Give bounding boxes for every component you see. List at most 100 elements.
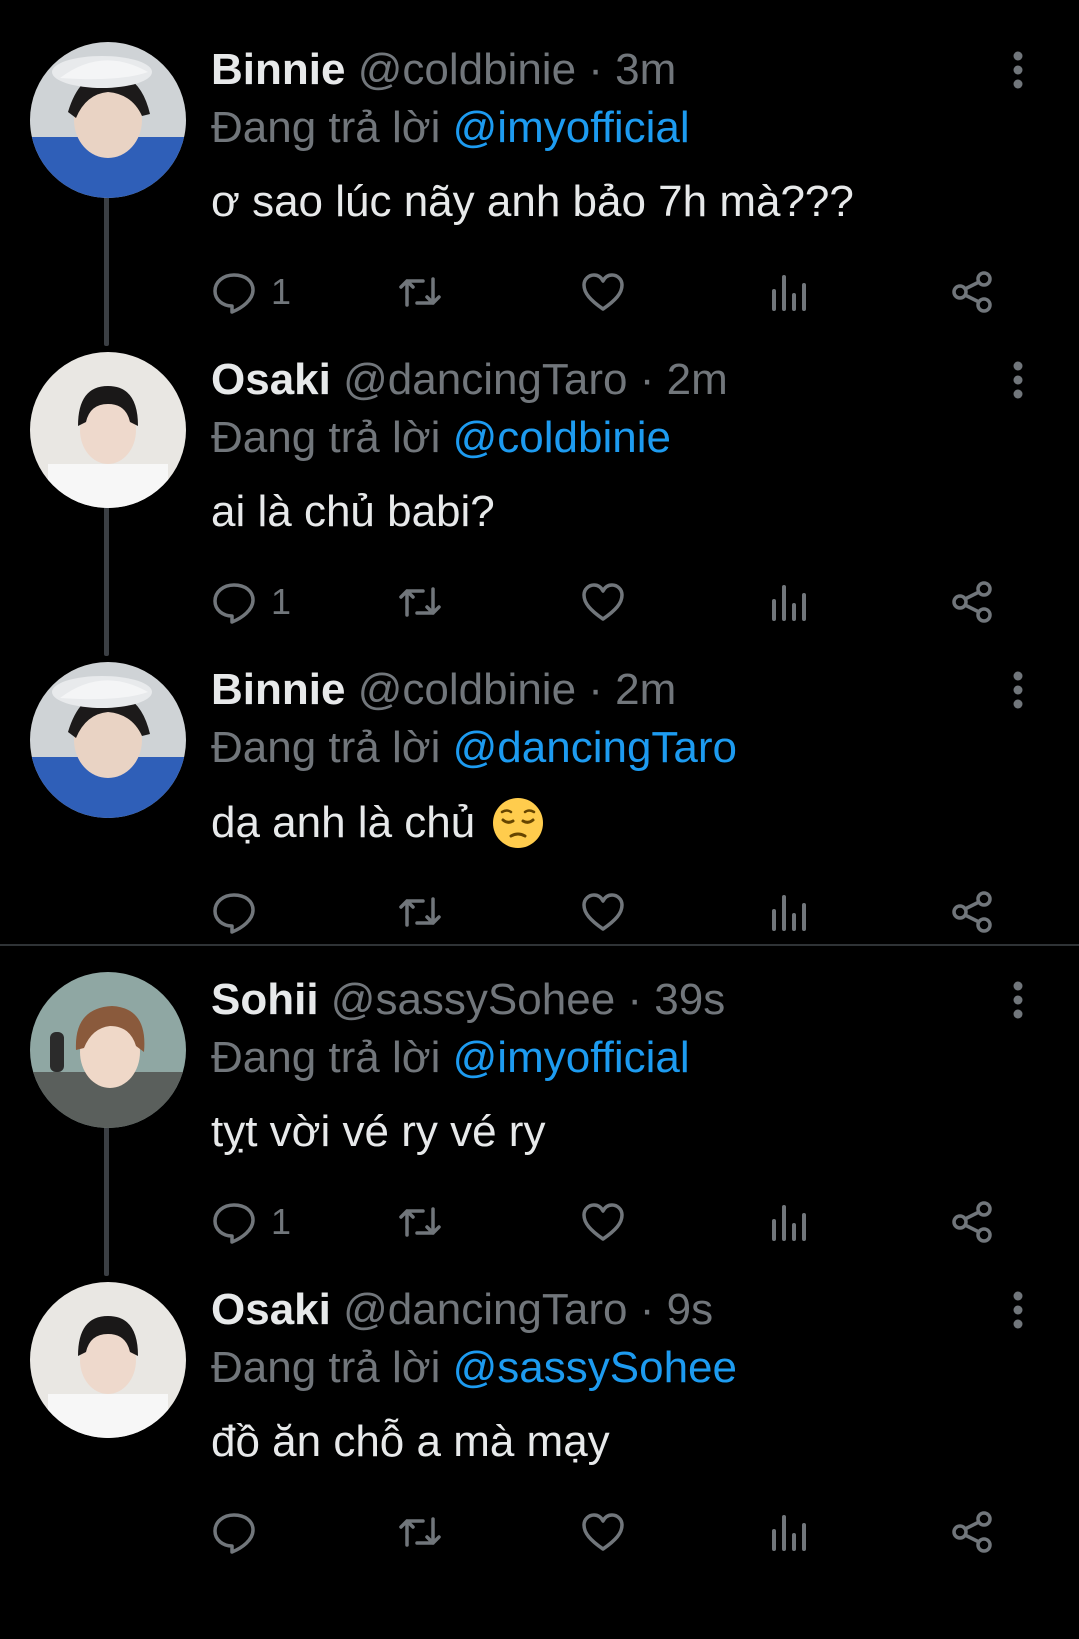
replying-to: Đang trả lời @dancingTaro <box>211 722 737 774</box>
like-icon <box>582 893 624 931</box>
share-icon <box>952 271 992 313</box>
pensive-face-emoji <box>493 798 544 848</box>
tweet[interactable]: Osaki @dancingTaro · 9s Đang trả lời @sa… <box>0 1240 1079 1564</box>
reply-prefix: Đang trả lời <box>211 1343 441 1392</box>
reply-prefix: Đang trả lời <box>211 413 441 462</box>
more-options-button[interactable] <box>1000 50 1036 90</box>
more-icon <box>1013 51 1023 89</box>
more-icon <box>1013 981 1023 1019</box>
reply-button[interactable] <box>211 1502 271 1562</box>
reply-icon <box>213 893 255 934</box>
retweet-icon <box>399 1517 441 1547</box>
tweet-header: Binnie @coldbinie · 3m <box>211 44 676 96</box>
handle[interactable]: @dancingTaro <box>343 1285 627 1334</box>
mention-link[interactable]: @coldbinie <box>453 413 671 462</box>
retweet-icon <box>399 897 441 927</box>
timestamp[interactable]: · 2m <box>588 665 676 714</box>
tweet-header: Binnie @coldbinie · 2m <box>211 664 676 716</box>
display-name[interactable]: Binnie <box>211 45 345 94</box>
avatar[interactable] <box>30 352 186 508</box>
tweet[interactable]: Sohii @sassySohee · 39s Đang trả lời @im… <box>0 930 1079 1254</box>
tweet-text-content: ơ sao lúc nãy anh bảo 7h mà??? <box>211 177 854 226</box>
mention-link[interactable]: @imyofficial <box>453 1033 690 1082</box>
tweet-header: Osaki @dancingTaro · 9s <box>211 1284 713 1336</box>
tweet-text: ơ sao lúc nãy anh bảo 7h mà??? <box>211 176 854 228</box>
handle[interactable]: @coldbinie <box>358 45 576 94</box>
tweet-header: Osaki @dancingTaro · 2m <box>211 354 728 406</box>
views-button[interactable] <box>766 1502 812 1562</box>
retweet-icon <box>399 587 441 617</box>
tweet[interactable]: Osaki @dancingTaro · 2m Đang trả lời @co… <box>0 310 1079 634</box>
reply-prefix: Đang trả lời <box>211 1033 441 1082</box>
mention-link[interactable]: @dancingTaro <box>453 723 737 772</box>
handle[interactable]: @coldbinie <box>358 665 576 714</box>
mention-link[interactable]: @sassySohee <box>453 1343 737 1392</box>
tweet-text-content: ai là chủ babi? <box>211 487 495 536</box>
tweet-text: dạ anh là chủ <box>211 796 545 850</box>
reply-icon <box>213 1513 255 1554</box>
more-icon <box>1013 1291 1023 1329</box>
like-icon <box>582 273 624 311</box>
avatar[interactable] <box>30 1282 186 1438</box>
display-name[interactable]: Osaki <box>211 1285 331 1334</box>
reply-prefix: Đang trả lời <box>211 723 441 772</box>
timestamp[interactable]: · 39s <box>627 975 725 1024</box>
tweet-text: ai là chủ babi? <box>211 486 495 538</box>
views-icon <box>772 895 806 931</box>
reply-thread-feed: Binnie @coldbinie · 3m Đang trả lời @imy… <box>0 0 1079 1639</box>
more-icon <box>1013 361 1023 399</box>
display-name[interactable]: Sohii <box>211 975 319 1024</box>
share-icon <box>952 581 992 623</box>
tweet-header: Sohii @sassySohee · 39s <box>211 974 725 1026</box>
retweet-button[interactable] <box>397 1502 443 1562</box>
avatar[interactable] <box>30 662 186 818</box>
tweet-text: đồ ăn chỗ a mà mạy <box>211 1416 610 1468</box>
reply-count: 1 <box>271 581 292 622</box>
share-icon <box>952 891 992 933</box>
tweet[interactable]: Binnie @coldbinie · 2m Đang trả lời @dan… <box>0 620 1079 944</box>
like-icon <box>582 583 624 621</box>
reply-icon <box>213 1203 255 1244</box>
reply-count: 1 <box>271 1201 292 1242</box>
share-icon <box>952 1201 992 1243</box>
retweet-icon <box>399 277 441 307</box>
replying-to: Đang trả lời @sassySohee <box>211 1342 737 1394</box>
replying-to: Đang trả lời @imyofficial <box>211 102 690 154</box>
timestamp[interactable]: · 3m <box>588 45 676 94</box>
like-icon <box>582 1203 624 1241</box>
avatar[interactable] <box>30 42 186 198</box>
share-icon <box>952 1511 992 1553</box>
display-name[interactable]: Osaki <box>211 355 331 404</box>
reply-count: 1 <box>271 271 292 312</box>
more-options-button[interactable] <box>1000 670 1036 710</box>
share-button[interactable] <box>950 1502 996 1562</box>
more-options-button[interactable] <box>1000 360 1036 400</box>
reply-prefix: Đang trả lời <box>211 103 441 152</box>
retweet-icon <box>399 1207 441 1237</box>
mention-link[interactable]: @imyofficial <box>453 103 690 152</box>
handle[interactable]: @dancingTaro <box>343 355 627 404</box>
timestamp[interactable]: · 9s <box>640 1285 713 1334</box>
views-icon <box>772 1515 806 1551</box>
tweet-text-content: tỵt vời vé ry vé ry <box>211 1107 546 1156</box>
tweet[interactable]: Binnie @coldbinie · 3m Đang trả lời @imy… <box>0 0 1079 324</box>
like-button[interactable] <box>580 1502 626 1562</box>
more-options-button[interactable] <box>1000 1290 1036 1330</box>
handle[interactable]: @sassySohee <box>331 975 615 1024</box>
views-icon <box>772 585 806 621</box>
display-name[interactable]: Binnie <box>211 665 345 714</box>
tweet-text-content: dạ anh là chủ <box>211 798 476 847</box>
tweet-text: tỵt vời vé ry vé ry <box>211 1106 545 1158</box>
avatar[interactable] <box>30 972 186 1128</box>
reply-icon <box>213 273 255 314</box>
action-bar <box>0 1502 1079 1562</box>
more-options-button[interactable] <box>1000 980 1036 1020</box>
views-icon <box>772 275 806 311</box>
views-icon <box>772 1205 806 1241</box>
tweet-text-content: đồ ăn chỗ a mà mạy <box>211 1417 610 1466</box>
like-icon <box>582 1513 624 1551</box>
more-icon <box>1013 671 1023 709</box>
timestamp[interactable]: · 2m <box>640 355 728 404</box>
replying-to: Đang trả lời @coldbinie <box>211 412 671 464</box>
reply-icon <box>213 583 255 624</box>
